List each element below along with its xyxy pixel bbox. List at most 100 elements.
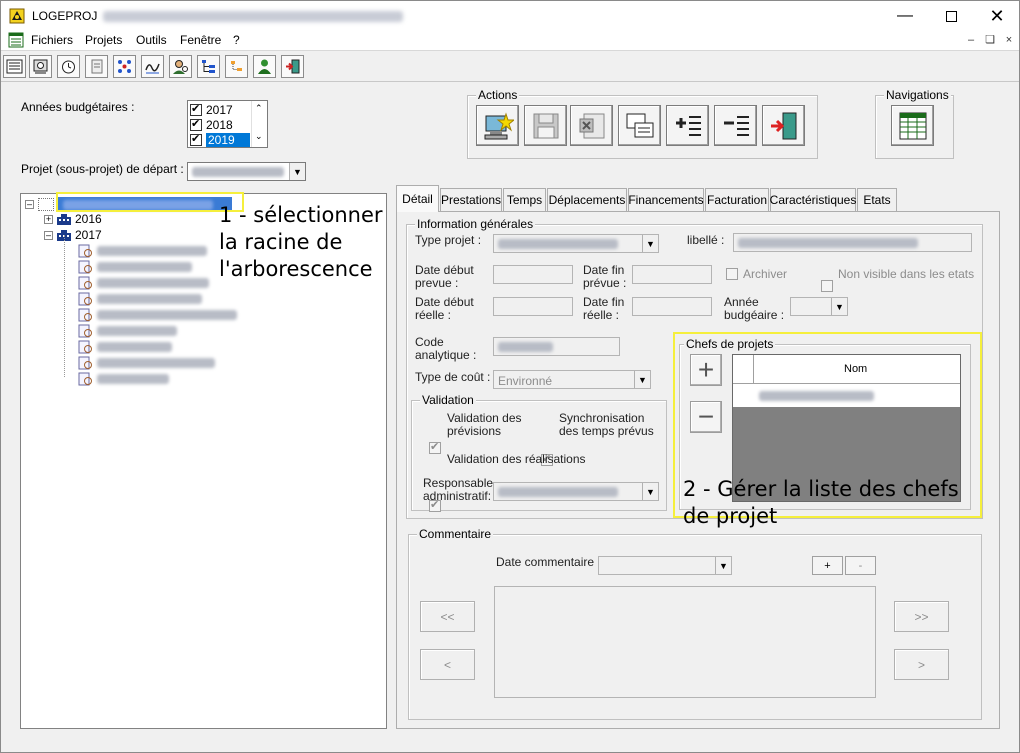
toolbar-clock-button[interactable] [57,55,80,78]
chevron-down-icon[interactable]: ▼ [642,483,658,500]
mdi-minimize-button[interactable]: – [963,33,979,47]
toolbar-network-button[interactable] [113,55,136,78]
tab-etats[interactable]: Etats [857,188,897,211]
toolbar-user-search-button[interactable] [169,55,192,78]
year-item-2019[interactable]: 2019 [190,132,250,147]
tree-leaf[interactable] [78,307,237,323]
tree-leaf[interactable] [78,291,202,307]
tree-leaf[interactable] [78,355,215,371]
action-new-project-button[interactable] [476,105,519,146]
date-fin-reelle-input[interactable] [632,297,712,316]
menu-projets[interactable]: Projets [85,33,122,47]
tree-leaf[interactable] [78,371,169,387]
tab-prestations[interactable]: Prestations [440,188,502,211]
responsable-select[interactable]: ▼ [493,482,659,501]
date-debut-prevue-input[interactable] [493,265,573,284]
menu-outils[interactable]: Outils [136,33,167,47]
validation-previsions-checkbox[interactable] [429,440,441,454]
chevron-down-icon[interactable]: ⌄ [255,131,263,142]
chevron-down-icon[interactable]: ▼ [715,557,731,574]
navigation-table-button[interactable] [891,105,934,146]
chevron-down-icon[interactable]: ▼ [831,298,847,315]
tree-leaf[interactable] [78,275,209,291]
chefs-title: Chefs de projets [684,337,776,351]
date-fin-prevue-input[interactable] [632,265,712,284]
type-cout-select[interactable]: Environné ▼ [493,370,651,389]
year-checkbox[interactable] [190,132,202,146]
add-chef-button[interactable]: + [690,354,722,386]
next-comment-button[interactable]: > [894,649,949,680]
date-debut-reelle-input[interactable] [493,297,573,316]
first-comment-button[interactable]: << [420,601,475,632]
menu-fenetre[interactable]: Fenêtre [180,33,221,47]
toolbar-users-button[interactable] [253,55,276,78]
year-checkbox[interactable] [190,102,202,116]
tab-temps[interactable]: Temps [503,188,546,211]
years-listbox[interactable]: 2017 2018 2019 ⌃ ⌄ [187,100,268,148]
tab-caracteristiques[interactable]: Caractéristiques [770,188,856,211]
toolbar-document-button[interactable] [85,55,108,78]
date-commentaire-select[interactable]: ▼ [598,556,732,575]
libelle-input[interactable] [733,233,972,252]
remove-comment-button[interactable]: - [845,556,876,575]
remove-chef-button[interactable]: − [690,401,722,433]
type-cout-label: Type de coût : [415,370,491,384]
toolbar-hierarchy-button[interactable] [197,55,220,78]
chevron-down-icon[interactable]: ▼ [289,163,305,180]
menu-fichiers[interactable]: Fichiers [31,33,73,47]
years-scrollbar[interactable]: ⌃ ⌄ [251,101,267,147]
chevron-up-icon[interactable]: ⌃ [255,103,263,114]
tree-node-2017[interactable]: – 2017 [44,227,102,243]
non-visible-checkbox[interactable] [821,280,833,292]
annee-budgetaire-label: Année budgéaire : [724,295,785,322]
add-comment-button[interactable]: + [812,556,843,575]
user-search-icon [173,60,188,74]
toolbar-list-button[interactable] [3,55,26,78]
action-exit-button[interactable] [762,105,805,146]
mdi-restore-button[interactable]: ❏ [982,33,998,47]
code-analytique-input[interactable] [493,337,620,356]
mdi-close-button[interactable]: × [1001,33,1017,47]
expand-icon[interactable]: + [44,214,53,224]
minimize-button[interactable]: — [882,2,928,30]
collapse-icon[interactable]: – [44,230,53,240]
comment-textarea[interactable] [494,586,876,698]
tree-leaf[interactable] [78,243,207,259]
collapse-icon[interactable]: – [25,199,34,209]
tab-deplacements[interactable]: Déplacements [547,188,627,211]
year-item-2017[interactable]: 2017 [190,102,250,117]
toolbar-signature-button[interactable] [141,55,164,78]
maximize-button[interactable] [928,2,974,30]
previous-comment-button[interactable]: < [420,649,475,680]
toolbar-exit-button[interactable] [281,55,304,78]
action-save-button[interactable] [524,105,567,146]
tree-leaf[interactable] [78,339,172,355]
tree-leaf[interactable] [78,259,192,275]
chevron-down-icon[interactable]: ▼ [634,371,650,388]
toolbar-report-button[interactable] [29,55,52,78]
tree-leaf[interactable] [78,323,177,339]
tab-detail[interactable]: Détail [396,185,439,212]
project-start-select[interactable]: ▼ [187,162,306,181]
close-button[interactable]: ✕ [974,2,1020,30]
tab-facturation[interactable]: Facturation [705,188,769,211]
annee-budgetaire-select[interactable]: ▼ [790,297,848,316]
action-remove-subproject-button[interactable] [714,105,757,146]
action-excel-button[interactable] [570,105,613,146]
tab-financements[interactable]: Financements [628,188,704,211]
year-item-2018[interactable]: 2018 [190,117,250,132]
chevron-down-icon[interactable]: ▼ [642,235,658,252]
toolbar-tree-edit-button[interactable] [225,55,248,78]
project-icon [78,324,92,338]
menu-help[interactable]: ? [233,33,240,47]
last-comment-button[interactable]: >> [894,601,949,632]
year-checkbox[interactable] [190,117,202,131]
action-add-subproject-button[interactable] [666,105,709,146]
action-duplicate-button[interactable] [618,105,661,146]
validation-realisations-label: Validation des réalisations [447,452,586,466]
mdi-window-icon[interactable] [8,32,24,48]
grid-row[interactable] [733,383,960,407]
tree-node-2016[interactable]: + 2016 [44,211,102,227]
type-projet-select[interactable]: ▼ [493,234,659,253]
archiver-checkbox[interactable] [726,268,738,280]
